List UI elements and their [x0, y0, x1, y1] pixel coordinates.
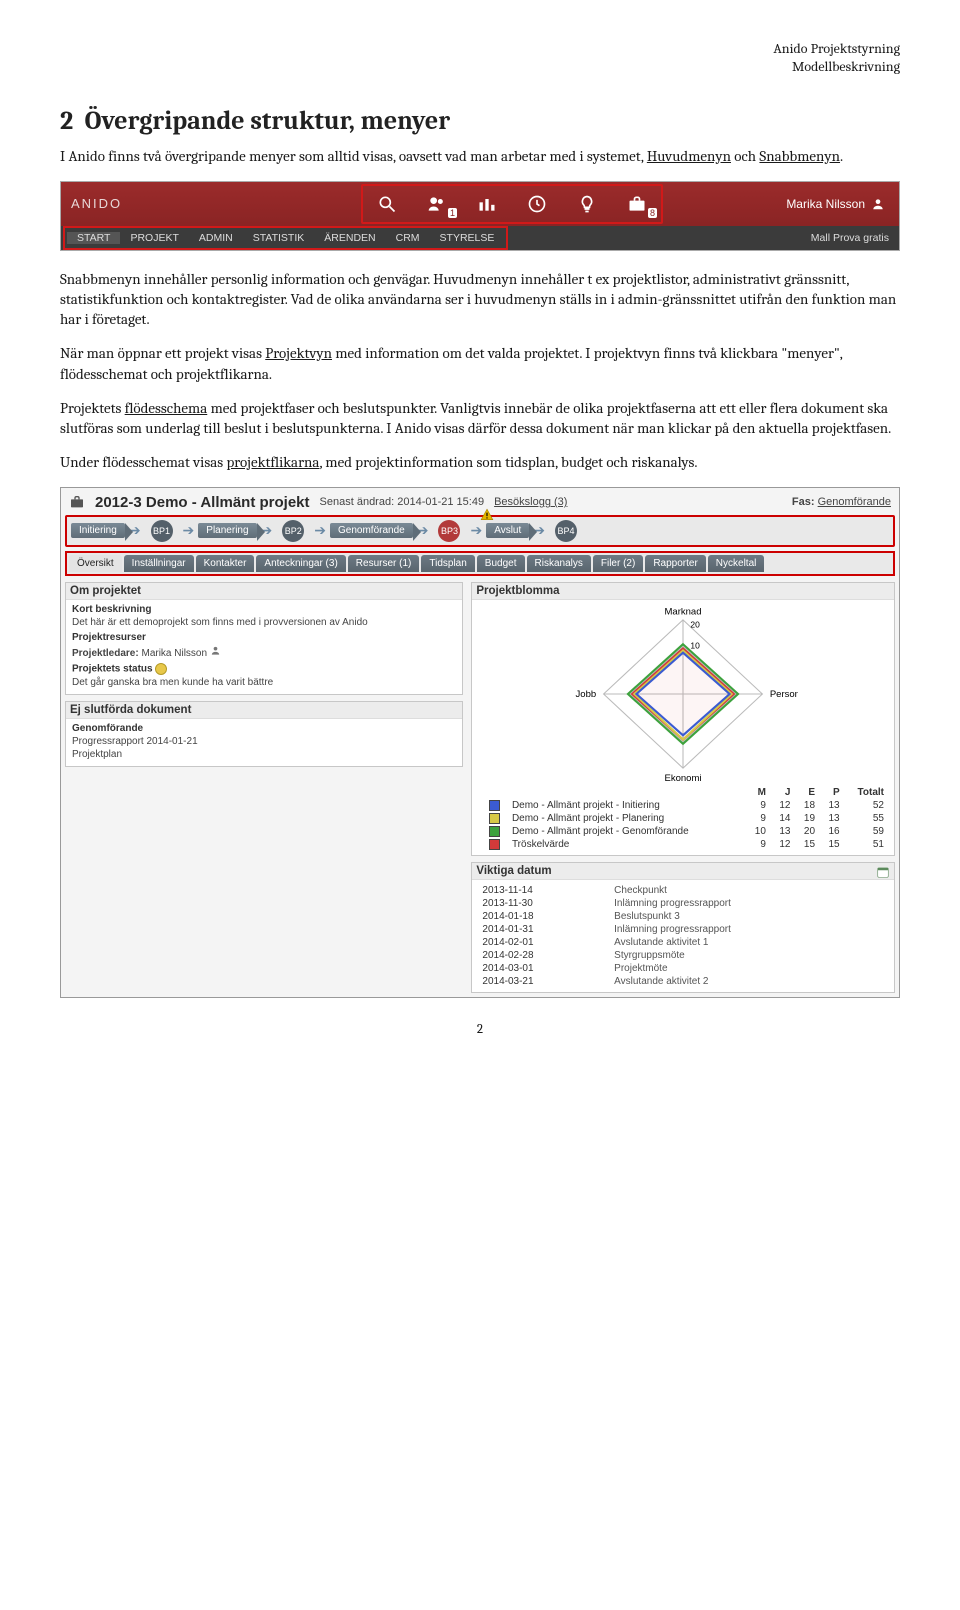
- date-row: 2013-11-14Checkpunkt: [478, 884, 888, 897]
- user-name: Marika Nilsson: [786, 197, 865, 211]
- phase-genomforande[interactable]: Genomförande: [330, 523, 413, 538]
- main-menu: START PROJEKT ADMIN STATISTIK ÄRENDEN CR…: [63, 226, 508, 250]
- tab-budget[interactable]: Budget: [477, 555, 525, 572]
- doc-header: Anido Projektstyrning Modellbeskrivning: [60, 40, 900, 76]
- panel-unfinished: Ej slutförda dokument Genomförande Progr…: [65, 701, 463, 767]
- phase-planering[interactable]: Planering: [198, 523, 256, 538]
- svg-text:Marknad: Marknad: [665, 606, 702, 617]
- search-icon[interactable]: [377, 194, 397, 214]
- legend-row: Tröskelvärde912151551: [478, 838, 888, 851]
- menu-start[interactable]: START: [67, 232, 120, 244]
- bp4[interactable]: BP4: [555, 520, 577, 542]
- last-changed: Senast ändrad: 2014-01-21 15:49: [320, 496, 485, 508]
- current-phase: Fas: Genomförande: [792, 496, 891, 508]
- template-label: Mall Prova gratis: [811, 232, 899, 244]
- menu-crm[interactable]: CRM: [386, 232, 430, 244]
- tab-tidsplan[interactable]: Tidsplan: [421, 555, 474, 572]
- project-tabs: Översikt Inställningar Kontakter Anteckn…: [65, 551, 895, 576]
- tab-riskanalys[interactable]: Riskanalys: [527, 555, 591, 572]
- appbar-top: ANIDO 1: [61, 182, 899, 226]
- project-leader: Projektledare: Marika Nilsson: [72, 645, 456, 659]
- arrow-icon: ➔: [314, 522, 326, 539]
- panel-title: Viktiga datum: [472, 863, 894, 880]
- tab-kontakter[interactable]: Kontakter: [196, 555, 255, 572]
- para-5: Under flödesschemat visas projektflikarn…: [60, 452, 900, 472]
- tab-installningar[interactable]: Inställningar: [124, 555, 194, 572]
- phase-initiering[interactable]: Initiering: [71, 523, 125, 538]
- tab-nyckeltal[interactable]: Nyckeltal: [708, 555, 765, 572]
- menu-admin[interactable]: ADMIN: [189, 232, 243, 244]
- para-2: Snabbmenyn innehåller personlig informat…: [60, 269, 900, 330]
- svg-text:10: 10: [691, 640, 701, 650]
- tab-rapporter[interactable]: Rapporter: [645, 555, 705, 572]
- panel-blomma: Projektblomma Marknad Personal Ekono: [471, 582, 895, 857]
- date-row: 2014-02-28Styrgruppsmöte: [478, 949, 888, 962]
- para-3: När man öppnar ett projekt visas Projekt…: [60, 343, 900, 384]
- svg-text:Ekonomi: Ekonomi: [665, 772, 702, 783]
- panel-about: Om projektet Kort beskrivning Det här är…: [65, 582, 463, 695]
- date-row: 2014-03-01Projektmöte: [478, 962, 888, 975]
- quick-menu: 1 8: [361, 184, 663, 224]
- chart-icon[interactable]: [477, 194, 497, 214]
- visitlog-link[interactable]: Besökslogg (3): [494, 496, 567, 508]
- doc-link[interactable]: Progressrapport 2014-01-21: [72, 736, 456, 747]
- bp1[interactable]: BP1: [151, 520, 173, 542]
- panel-title: Ej slutförda dokument: [66, 702, 462, 719]
- svg-text:Personal: Personal: [770, 689, 798, 700]
- briefcase-icon[interactable]: 8: [627, 194, 647, 214]
- legend-table: M J E P Totalt Demo - Allmänt projekt - …: [478, 786, 888, 852]
- bp2[interactable]: BP2: [282, 520, 304, 542]
- logo: ANIDO: [61, 196, 161, 211]
- menu-projekt[interactable]: PROJEKT: [120, 232, 188, 244]
- menu-arenden[interactable]: ÄRENDEN: [314, 232, 385, 244]
- briefcase-icon: [69, 494, 85, 510]
- tab-resurser[interactable]: Resurser (1): [348, 555, 420, 572]
- date-row: 2014-01-18Beslutspunkt 3: [478, 910, 888, 923]
- bp3[interactable]: BP3: [438, 520, 460, 542]
- dates-table: 2013-11-14Checkpunkt2013-11-30Inlämning …: [478, 884, 888, 988]
- radar-chart: Marknad Personal Ekonomi Jobb 10 20: [568, 604, 798, 784]
- arrow-icon: ➔: [470, 522, 482, 539]
- section-heading: 2 Övergripande struktur, menyer: [60, 106, 900, 136]
- warning-icon: [480, 508, 494, 522]
- legend-row: Demo - Allmänt projekt - Initiering91218…: [478, 799, 888, 812]
- panel-title: Projektblomma: [472, 583, 894, 600]
- user-icon: [210, 645, 221, 656]
- para-1: I Anido finns två övergripande menyer so…: [60, 146, 900, 166]
- bulb-icon[interactable]: [577, 194, 597, 214]
- calendar-icon[interactable]: [876, 865, 890, 879]
- date-row: 2013-11-30Inlämning progressrapport: [478, 897, 888, 910]
- doc-header-line1: Anido Projektstyrning: [60, 40, 900, 58]
- user-icon: [871, 197, 885, 211]
- user-area[interactable]: Marika Nilsson: [786, 197, 899, 211]
- page-number: 2: [60, 1022, 900, 1037]
- doc-link[interactable]: Projektplan: [72, 749, 456, 760]
- legend-row: Demo - Allmänt projekt - Planering914191…: [478, 812, 888, 825]
- date-row: 2014-02-01Avslutande aktivitet 1: [478, 936, 888, 949]
- tab-filer[interactable]: Filer (2): [593, 555, 643, 572]
- project-view-screenshot: 2012-3 Demo - Allmänt projekt Senast änd…: [60, 487, 900, 999]
- svg-text:Jobb: Jobb: [576, 689, 597, 700]
- menu-statistik[interactable]: STATISTIK: [243, 232, 315, 244]
- para-4: Projektets flödesschema med projektfaser…: [60, 398, 900, 439]
- project-title: 2012-3 Demo - Allmänt projekt: [95, 494, 310, 511]
- tab-anteckningar[interactable]: Anteckningar (3): [256, 555, 345, 572]
- legend-row: Demo - Allmänt projekt - Genomförande101…: [478, 825, 888, 838]
- appbar-screenshot: ANIDO 1: [60, 181, 900, 251]
- flow-schema: Initiering ➔ BP1 ➔ Planering ➔ BP2 ➔ Gen…: [65, 515, 895, 547]
- status-dot-icon: [155, 663, 167, 675]
- phase-avslut[interactable]: Avslut: [486, 523, 529, 538]
- date-row: 2014-01-31Inlämning progressrapport: [478, 923, 888, 936]
- tab-oversikt[interactable]: Översikt: [69, 555, 122, 572]
- date-row: 2014-03-21Avslutande aktivitet 2: [478, 975, 888, 988]
- arrow-icon: ➔: [183, 522, 195, 539]
- appbar-bottom: START PROJEKT ADMIN STATISTIK ÄRENDEN CR…: [61, 226, 899, 250]
- people-icon[interactable]: 1: [427, 194, 447, 214]
- panel-dates: Viktiga datum 2013-11-14Checkpunkt2013-1…: [471, 862, 895, 993]
- panel-title: Om projektet: [66, 583, 462, 600]
- svg-text:20: 20: [691, 619, 701, 629]
- menu-styrelse[interactable]: STYRELSE: [430, 232, 505, 244]
- clock-icon[interactable]: [527, 194, 547, 214]
- doc-header-line2: Modellbeskrivning: [60, 58, 900, 76]
